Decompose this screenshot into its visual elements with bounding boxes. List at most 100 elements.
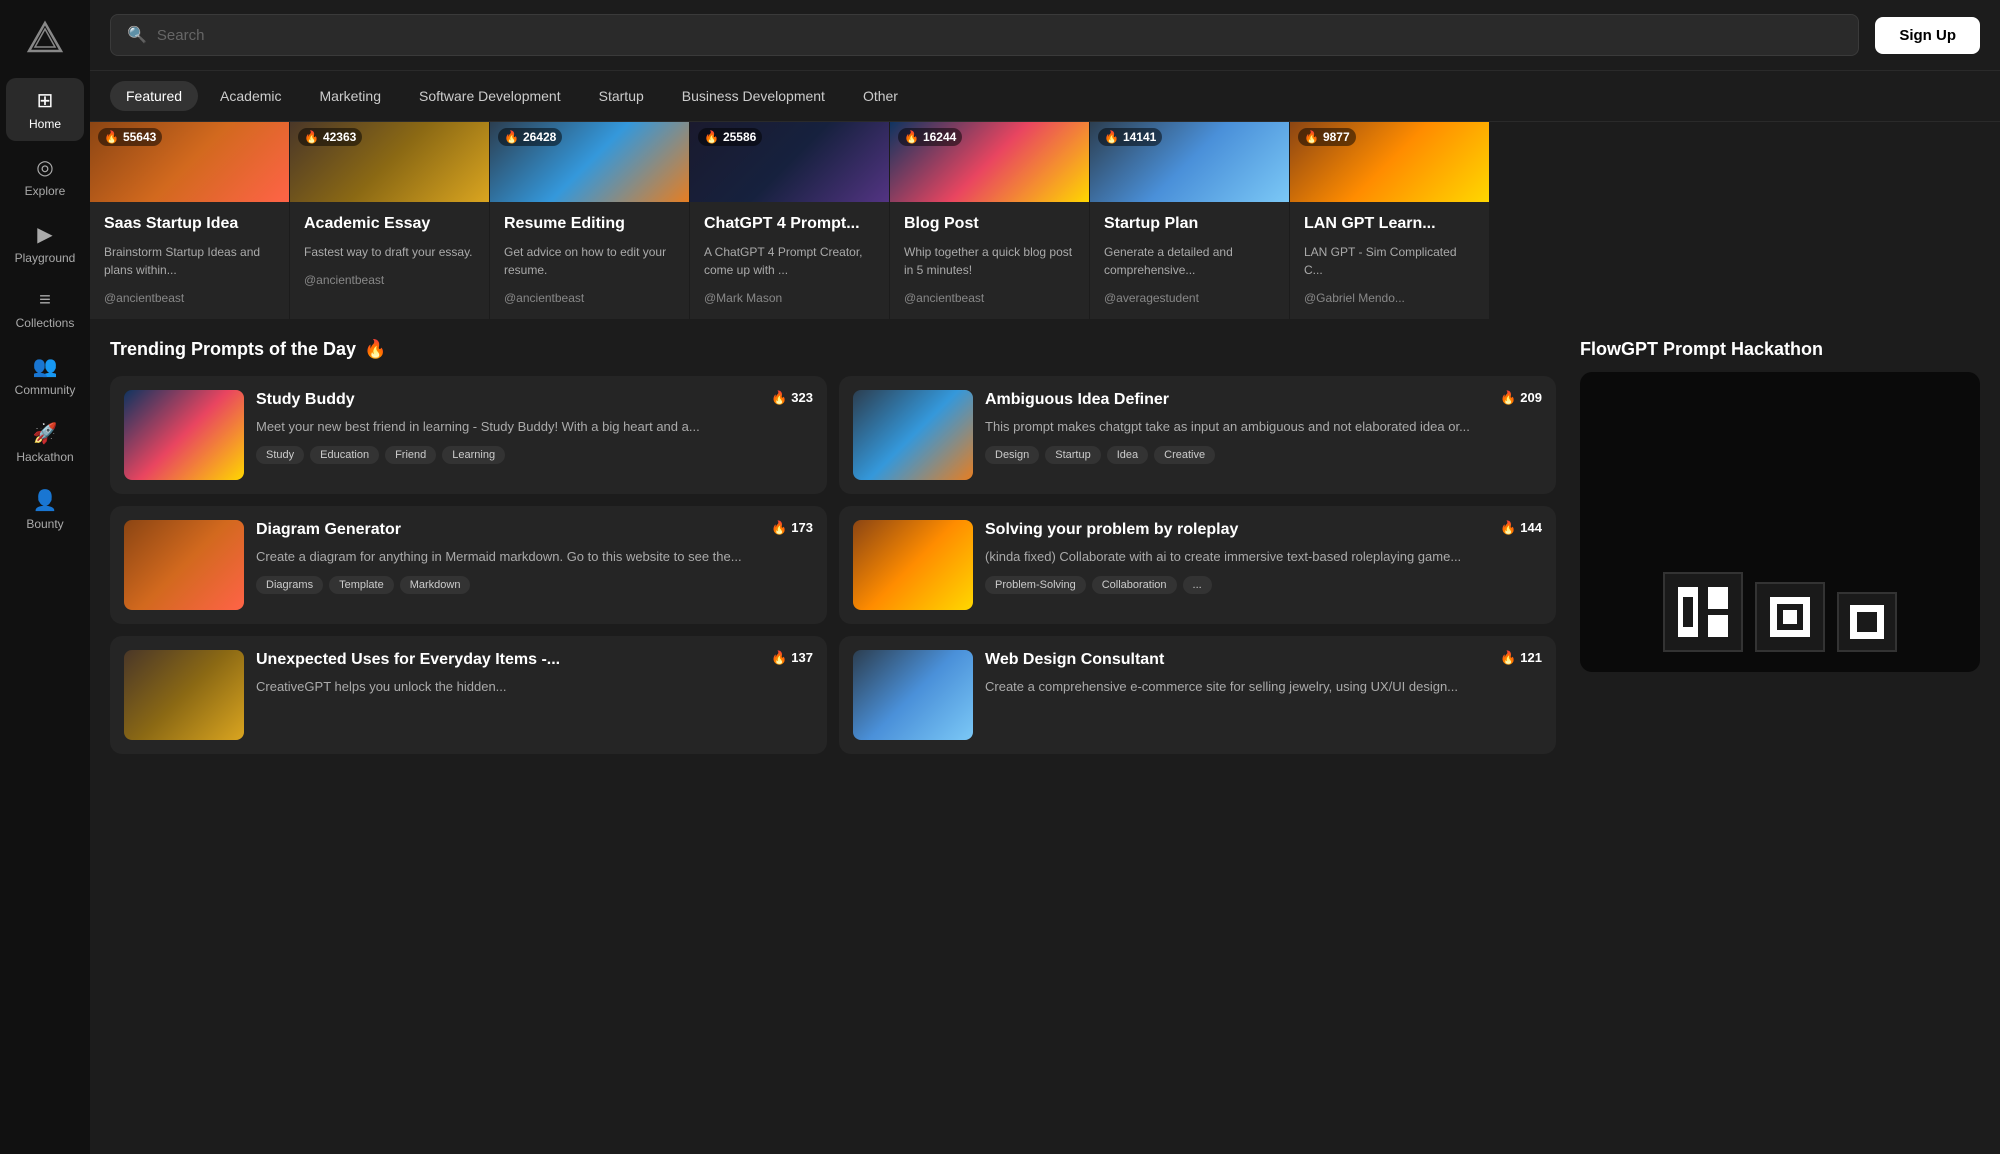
tag[interactable]: Startup — [1045, 446, 1100, 464]
featured-card-author: @ancientbeast — [504, 291, 584, 305]
trending-card-description: (kinda fixed) Collaborate with ai to cre… — [985, 547, 1542, 567]
search-input[interactable] — [157, 27, 1842, 44]
tag[interactable]: Design — [985, 446, 1039, 464]
featured-card-likes: 🔥 25586 — [698, 128, 762, 146]
likes-count: 14141 — [1123, 130, 1156, 144]
likes-count: 26428 — [523, 130, 556, 144]
sidebar: ⊞ Home ◎ Explore ▶ Playground ≡ Collecti… — [0, 0, 90, 1154]
tab-other[interactable]: Other — [847, 81, 914, 111]
featured-card-likes: 🔥 14141 — [1098, 128, 1162, 146]
featured-card-description: A ChatGPT 4 Prompt Creator, come up with… — [704, 243, 875, 279]
featured-card-image: 🔥 42363 — [290, 122, 489, 202]
hackathon-card[interactable] — [1580, 372, 1980, 672]
flame-icon: 🔥 — [1104, 130, 1119, 144]
trending-card[interactable]: Study Buddy 🔥 323 Meet your new best fri… — [110, 376, 827, 494]
sidebar-item-collections[interactable]: ≡ Collections — [6, 279, 84, 340]
featured-card[interactable]: 🔥 55643 Saas Startup Idea Brainstorm Sta… — [90, 122, 290, 319]
tab-startup[interactable]: Startup — [583, 81, 660, 111]
trending-grid: Study Buddy 🔥 323 Meet your new best fri… — [110, 376, 1556, 754]
trending-card-description: Meet your new best friend in learning - … — [256, 417, 813, 437]
trending-card-header: Solving your problem by roleplay 🔥 144 — [985, 520, 1542, 541]
featured-card-author: @ancientbeast — [904, 291, 984, 305]
tab-software-dev[interactable]: Software Development — [403, 81, 577, 111]
tag[interactable]: Diagrams — [256, 576, 323, 594]
featured-card-image: 🔥 14141 — [1090, 122, 1289, 202]
trending-card-likes: 🔥 144 — [1500, 520, 1542, 536]
flame-icon: 🔥 — [504, 130, 519, 144]
featured-card[interactable]: 🔥 14141 Startup Plan Generate a detailed… — [1090, 122, 1290, 319]
trending-card-title: Solving your problem by roleplay — [985, 520, 1492, 541]
featured-card-likes: 🔥 16244 — [898, 128, 962, 146]
tab-business-dev[interactable]: Business Development — [666, 81, 841, 111]
featured-card-likes: 🔥 26428 — [498, 128, 562, 146]
tab-academic[interactable]: Academic — [204, 81, 297, 111]
fire-emoji: 🔥 — [364, 339, 386, 360]
tag[interactable]: Markdown — [400, 576, 471, 594]
sidebar-item-hackathon[interactable]: 🚀 Hackathon — [6, 411, 84, 474]
featured-card[interactable]: 🔥 9877 LAN GPT Learn... LAN GPT - Sim Co… — [1290, 122, 1490, 319]
tag[interactable]: Study — [256, 446, 304, 464]
search-bar[interactable]: 🔍 — [110, 14, 1859, 56]
tag[interactable]: Idea — [1107, 446, 1148, 464]
sidebar-item-home[interactable]: ⊞ Home — [6, 78, 84, 141]
sidebar-item-bounty[interactable]: 👤 Bounty — [6, 478, 84, 541]
sidebar-item-community[interactable]: 👥 Community — [6, 344, 84, 407]
tag[interactable]: Education — [310, 446, 379, 464]
flame-icon: 🔥 — [1500, 390, 1516, 406]
trending-card-inner: Diagram Generator 🔥 173 Create a diagram… — [124, 520, 813, 610]
sidebar-item-label: Community — [15, 383, 76, 397]
likes-count: 9877 — [1323, 130, 1350, 144]
tag[interactable]: Creative — [1154, 446, 1215, 464]
trending-card[interactable]: Web Design Consultant 🔥 121 Create a com… — [839, 636, 1556, 754]
content-area: 🔥 55643 Saas Startup Idea Brainstorm Sta… — [90, 122, 2000, 1154]
featured-card-description: Get advice on how to edit your resume. — [504, 243, 675, 279]
trending-card[interactable]: Unexpected Uses for Everyday Items -... … — [110, 636, 827, 754]
featured-card-image: 🔥 25586 — [690, 122, 889, 202]
app-logo[interactable] — [22, 16, 68, 62]
featured-card-image: 🔥 55643 — [90, 122, 289, 202]
featured-card-title: Blog Post — [904, 214, 1075, 235]
trending-card-tags: Study Education Friend Learning — [256, 446, 813, 464]
main-content: 🔍 Sign Up Featured Academic Marketing So… — [90, 0, 2000, 1154]
featured-card-title: Resume Editing — [504, 214, 675, 235]
featured-card-title: Startup Plan — [1104, 214, 1275, 235]
featured-card[interactable]: 🔥 25586 ChatGPT 4 Prompt... A ChatGPT 4 … — [690, 122, 890, 319]
featured-card-body: ChatGPT 4 Prompt... A ChatGPT 4 Prompt C… — [690, 202, 889, 319]
hackathon-title: FlowGPT Prompt Hackathon — [1580, 339, 1980, 360]
tag[interactable]: Learning — [442, 446, 505, 464]
trending-card[interactable]: Ambiguous Idea Definer 🔥 209 This prompt… — [839, 376, 1556, 494]
featured-card-likes: 🔥 42363 — [298, 128, 362, 146]
trending-card-likes: 🔥 323 — [771, 390, 813, 406]
featured-card-description: Brainstorm Startup Ideas and plans withi… — [104, 243, 275, 279]
sidebar-item-explore[interactable]: ◎ Explore — [6, 145, 84, 208]
trending-card-likes: 🔥 209 — [1500, 390, 1542, 406]
featured-card-author: @averagestudent — [1104, 291, 1199, 305]
featured-card-title: LAN GPT Learn... — [1304, 214, 1475, 235]
trending-card-content: Web Design Consultant 🔥 121 Create a com… — [985, 650, 1542, 740]
sign-up-button[interactable]: Sign Up — [1875, 17, 1980, 54]
tag[interactable]: Template — [329, 576, 394, 594]
flame-icon: 🔥 — [771, 520, 787, 536]
tab-featured[interactable]: Featured — [110, 81, 198, 111]
flame-icon: 🔥 — [1304, 130, 1319, 144]
featured-card-description: Whip together a quick blog post in 5 min… — [904, 243, 1075, 279]
featured-card[interactable]: 🔥 26428 Resume Editing Get advice on how… — [490, 122, 690, 319]
tag[interactable]: Problem-Solving — [985, 576, 1086, 594]
category-tabs: Featured Academic Marketing Software Dev… — [90, 71, 2000, 122]
tag[interactable]: Collaboration — [1092, 576, 1177, 594]
featured-card[interactable]: 🔥 16244 Blog Post Whip together a quick … — [890, 122, 1090, 319]
featured-card[interactable]: 🔥 42363 Academic Essay Fastest way to dr… — [290, 122, 490, 319]
likes-count: 121 — [1520, 650, 1542, 665]
trending-card[interactable]: Solving your problem by roleplay 🔥 144 (… — [839, 506, 1556, 624]
trending-card[interactable]: Diagram Generator 🔥 173 Create a diagram… — [110, 506, 827, 624]
playground-icon: ▶ — [37, 222, 52, 247]
tab-marketing[interactable]: Marketing — [304, 81, 397, 111]
hackathon-background — [1580, 372, 1980, 672]
sidebar-item-playground[interactable]: ▶ Playground — [6, 212, 84, 275]
tag[interactable]: ... — [1183, 576, 1212, 594]
trending-card-content: Study Buddy 🔥 323 Meet your new best fri… — [256, 390, 813, 480]
featured-card-body: LAN GPT Learn... LAN GPT - Sim Complicat… — [1290, 202, 1489, 319]
trending-card-header: Unexpected Uses for Everyday Items -... … — [256, 650, 813, 671]
tag[interactable]: Friend — [385, 446, 436, 464]
flame-icon: 🔥 — [1500, 520, 1516, 536]
